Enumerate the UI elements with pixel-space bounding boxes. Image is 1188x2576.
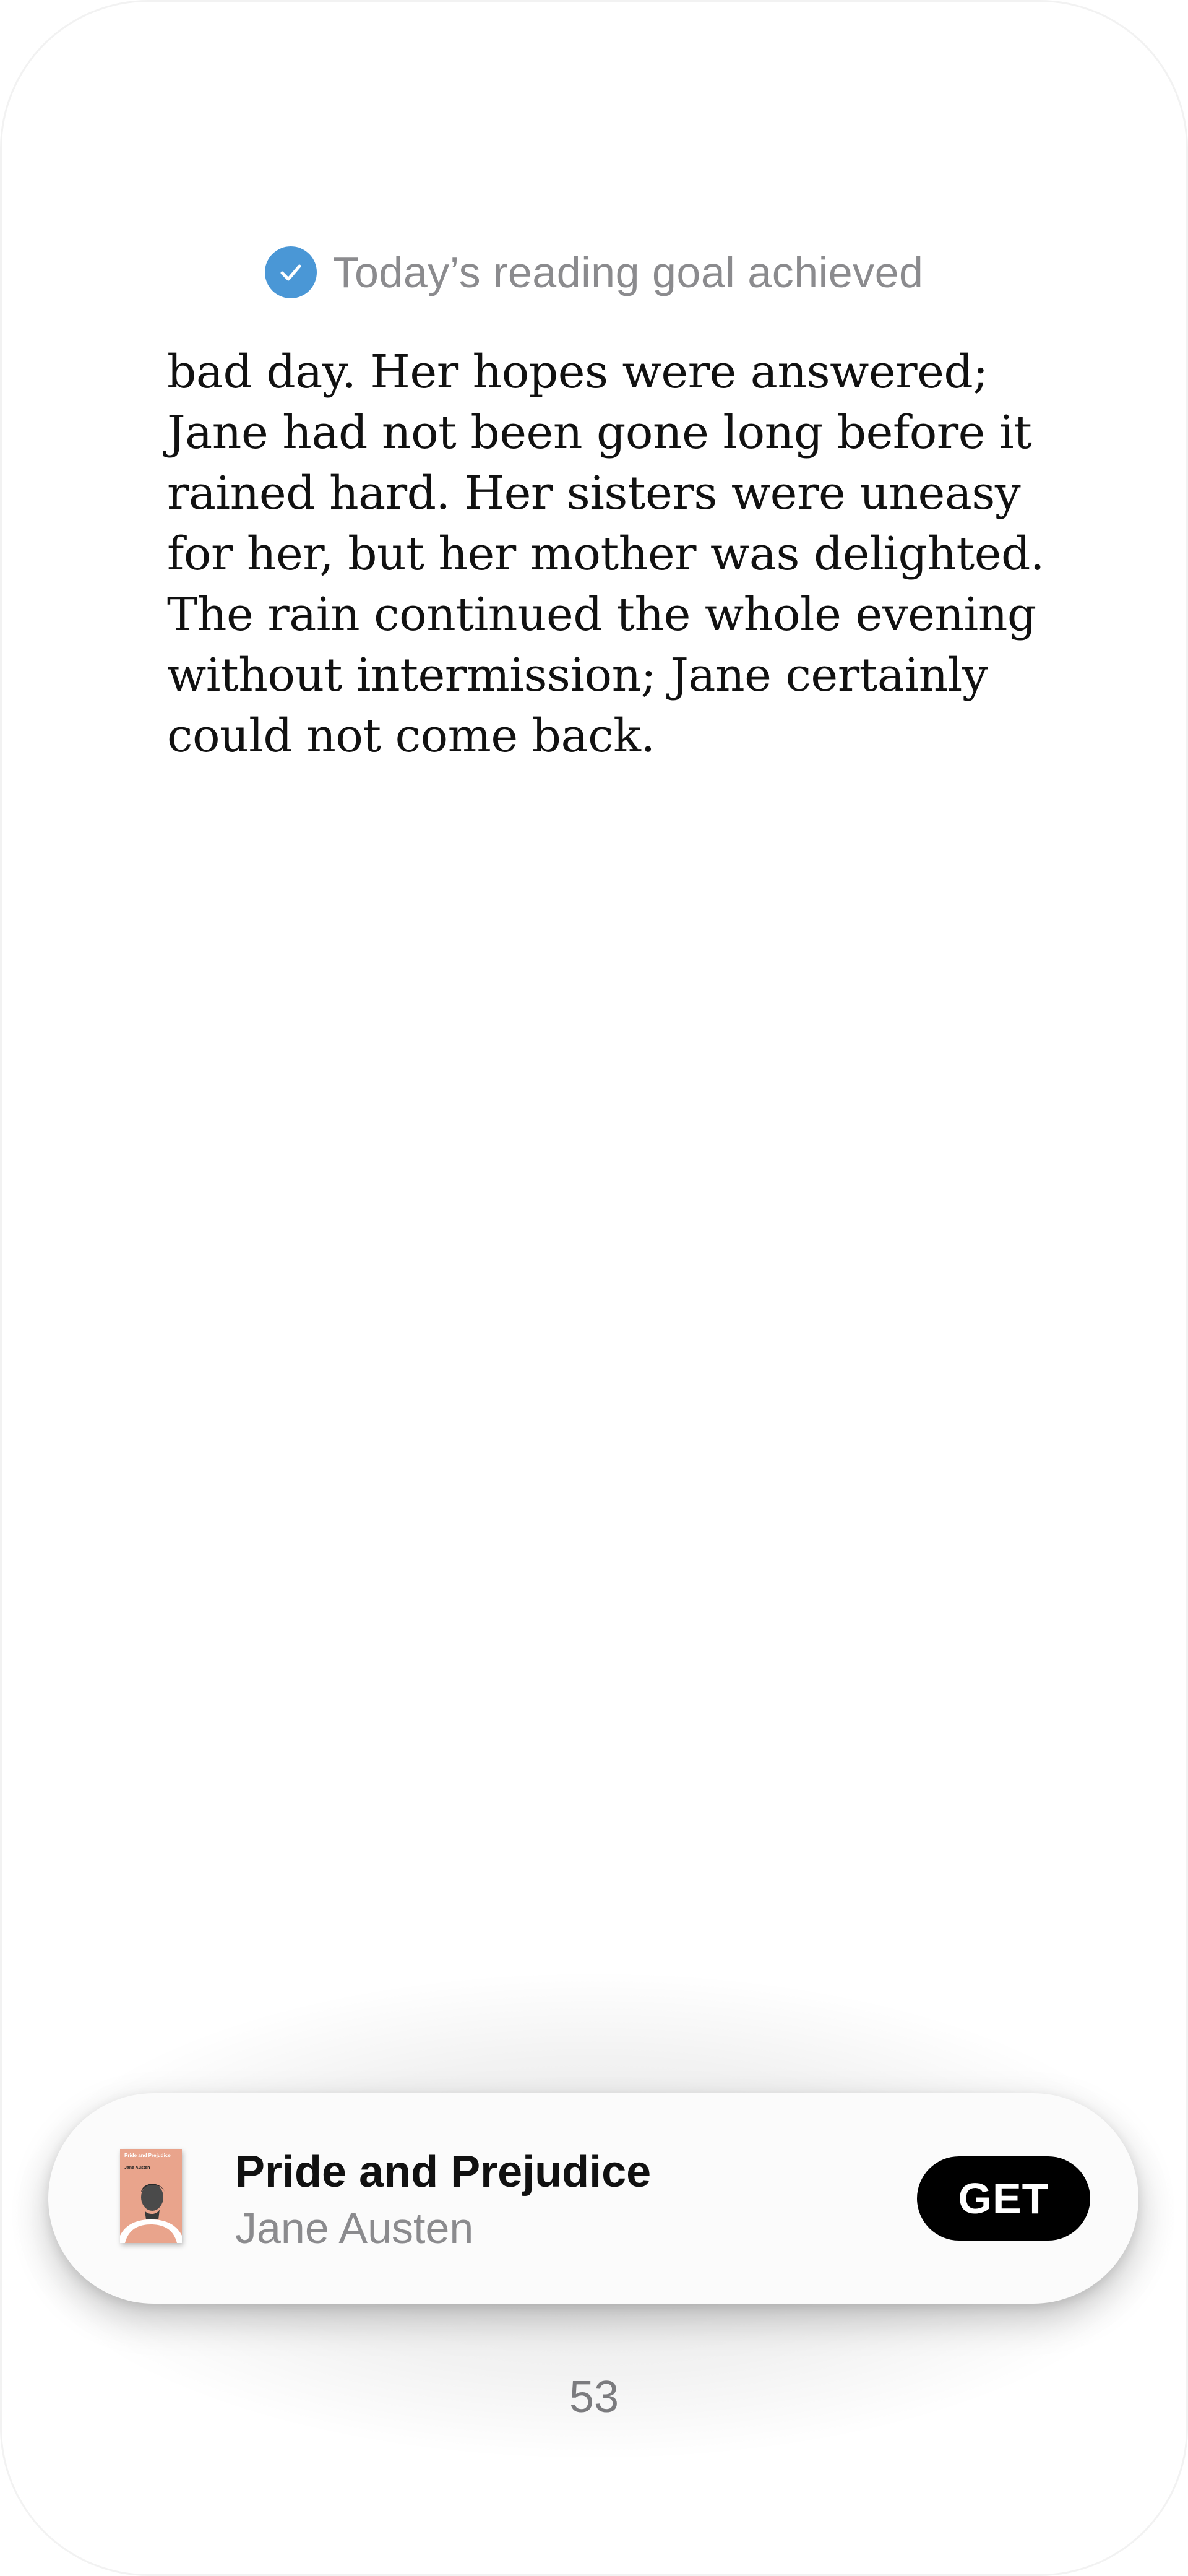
book-cover-thumbnail[interactable]: Pride and Prejudice Jane Austen (120, 2149, 182, 2243)
reading-goal-text: Today’s reading goal achieved (332, 248, 924, 296)
get-book-button[interactable]: GET (917, 2156, 1090, 2241)
reading-goal-banner: Today’s reading goal achieved (0, 241, 1188, 303)
page-number: 53 (569, 2372, 619, 2422)
book-page-text: bad day. Her hopes were answered; Jane h… (167, 345, 1044, 763)
reader-screen: Today’s reading goal achieved bad day. H… (0, 0, 1188, 2576)
book-info-card[interactable]: Pride and Prejudice Jane Austen Pride an… (48, 2093, 1138, 2304)
cover-author: Jane Austen (124, 2166, 150, 2170)
cover-title: Pride and Prejudice (124, 2153, 171, 2158)
checkmark-circle-icon (264, 246, 317, 298)
book-author: Jane Austen (235, 2204, 474, 2252)
book-details: Pride and Prejudice Jane Austen (235, 2144, 651, 2257)
cover-portrait-art (120, 2184, 182, 2243)
book-title: Pride and Prejudice (235, 2147, 652, 2197)
